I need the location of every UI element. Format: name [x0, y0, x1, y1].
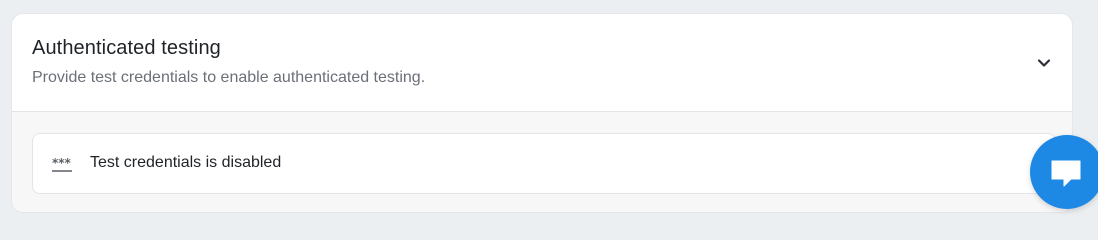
- section-title: Authenticated testing: [32, 37, 221, 59]
- chevron-down-icon[interactable]: [1034, 53, 1054, 73]
- card-body: *** Test credentials is disabled: [12, 112, 1072, 212]
- svg-text:***: ***: [52, 156, 72, 170]
- authenticated-testing-card: Authenticated testing Provide test crede…: [11, 13, 1073, 213]
- card-header[interactable]: Authenticated testing Provide test crede…: [12, 14, 1072, 112]
- password-icon: ***: [52, 156, 72, 172]
- chat-bubble-icon: [1051, 160, 1081, 187]
- credentials-status-text: Test credentials is disabled: [90, 154, 282, 171]
- section-subtitle: Provide test credentials to enable authe…: [32, 69, 426, 86]
- credentials-status-row: *** Test credentials is disabled: [32, 133, 1056, 194]
- chat-widget-button[interactable]: [1030, 135, 1098, 209]
